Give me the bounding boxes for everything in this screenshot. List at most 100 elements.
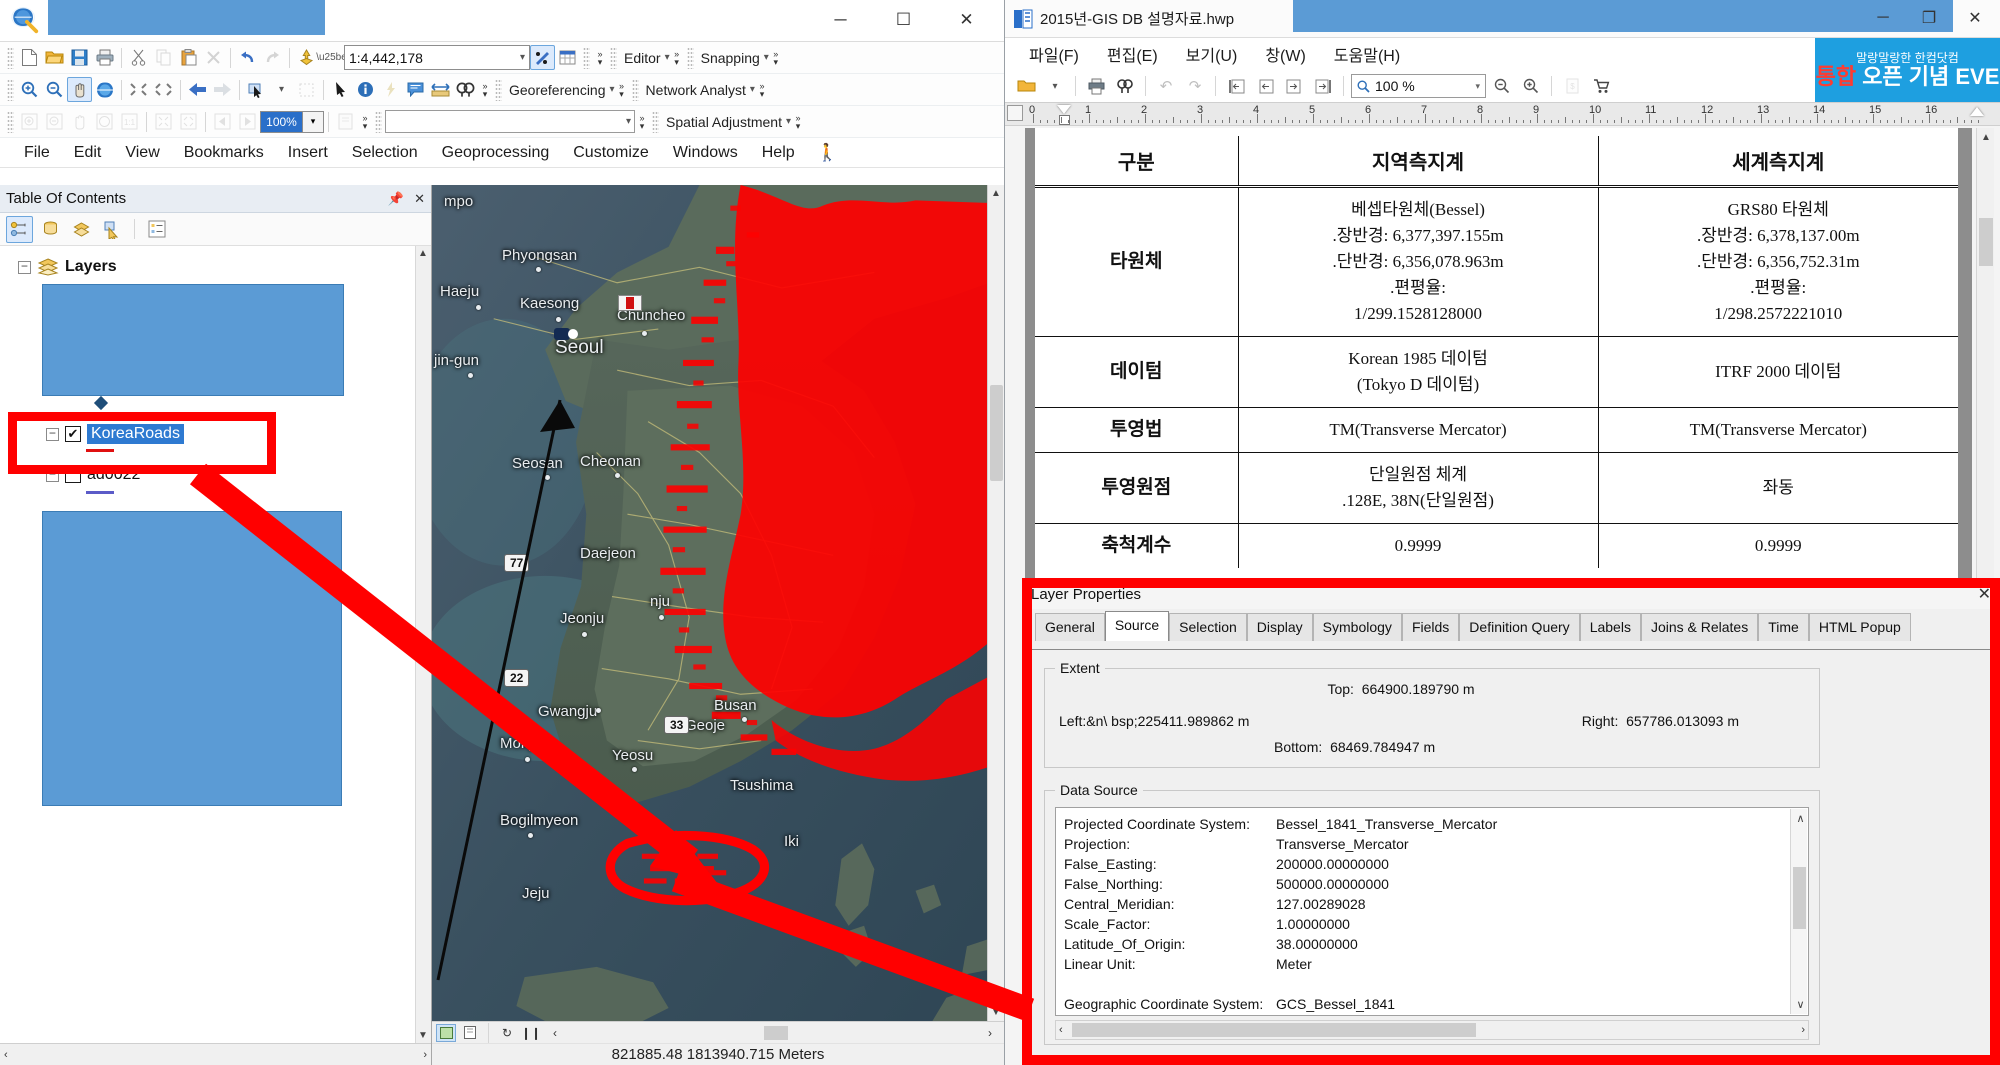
page-next-icon[interactable]	[1281, 73, 1307, 99]
toolbar-grip[interactable]	[375, 110, 382, 133]
new-document-icon[interactable]	[17, 45, 42, 70]
select-dropdown[interactable]: ▾	[269, 77, 294, 102]
layer-properties-dialog[interactable]: Layer Properties ✕ General Source Selectio…	[1022, 578, 2000, 1065]
scroll-up-arrow[interactable]: ▲	[418, 248, 428, 259]
ruler-corner-button[interactable]	[1007, 105, 1023, 121]
toolbar-overflow-button[interactable]: » ▾	[670, 45, 684, 71]
scroll-up-arrow[interactable]: ▲	[1981, 132, 1991, 143]
right-margin-marker[interactable]	[1970, 107, 1984, 116]
hwp-menu-help[interactable]: 도움말(H)	[1320, 42, 1414, 66]
hyperlink-icon[interactable]	[378, 77, 403, 102]
scroll-up-arrow[interactable]: ▲	[991, 188, 1001, 199]
scroll-right-arrow[interactable]: ›	[980, 1024, 1000, 1042]
maximize-button[interactable]: ☐	[872, 2, 935, 38]
paste-icon[interactable]	[176, 45, 201, 70]
forward-extent-icon[interactable]	[210, 77, 235, 102]
find-icon[interactable]	[453, 77, 478, 102]
toolbar-overflow-button[interactable]: » ▾	[615, 77, 629, 103]
back-extent-icon[interactable]	[185, 77, 210, 102]
zoom-percent-value[interactable]: 100%	[260, 110, 302, 133]
print-icon[interactable]	[92, 45, 117, 70]
table-icon[interactable]	[555, 45, 580, 70]
identify-icon[interactable]	[353, 77, 378, 102]
measure-icon[interactable]	[428, 77, 453, 102]
georef-back-icon[interactable]	[210, 109, 235, 134]
clear-selection-icon[interactable]	[294, 77, 319, 102]
scrollbar-thumb[interactable]	[764, 1025, 789, 1040]
tab-selection[interactable]: Selection	[1169, 613, 1247, 641]
redo-icon[interactable]	[260, 45, 285, 70]
save-icon[interactable]	[67, 45, 92, 70]
scrollbar-thumb[interactable]	[1793, 867, 1806, 929]
pan-icon[interactable]	[67, 77, 92, 102]
zoom-out-icon[interactable]	[1489, 73, 1515, 99]
options-icon[interactable]	[143, 216, 170, 243]
html-popup-icon[interactable]	[403, 77, 428, 102]
hwp-menu-edit[interactable]: 편집(E)	[1093, 42, 1172, 66]
layer-visibility-checkbox[interactable]: ✔	[65, 426, 81, 442]
tab-general[interactable]: General	[1035, 613, 1105, 641]
snapping-menu[interactable]: Snapping	[697, 50, 764, 66]
tab-time[interactable]: Time	[1758, 613, 1809, 641]
georef-pan-icon[interactable]	[67, 109, 92, 134]
toc-layer-tree[interactable]: − Layers − ✔ KoreaRoads − ad0022 ▲ ▼	[0, 246, 431, 1043]
close-button[interactable]: ✕	[1952, 0, 1998, 36]
close-button[interactable]: ✕	[935, 2, 998, 38]
open-folder-icon[interactable]	[1013, 73, 1039, 99]
scroll-down-arrow[interactable]: ∨	[1794, 998, 1807, 1011]
spatial-adjustment-menu[interactable]: Spatial Adjustment	[662, 114, 786, 130]
python-window-icon[interactable]: 🚶	[807, 143, 838, 163]
menu-file[interactable]: File	[12, 144, 62, 162]
chevron-down-icon[interactable]: ▾	[1042, 73, 1068, 99]
scrollbar-thumb[interactable]	[1979, 218, 1993, 266]
pause-drawing-icon[interactable]: ❙❙	[521, 1024, 541, 1042]
zoom-out-icon[interactable]	[42, 77, 67, 102]
menu-insert[interactable]: Insert	[276, 144, 340, 162]
toolbar-grip[interactable]	[7, 46, 14, 69]
hwp-ruler[interactable]: 0 1 2 3 4 5 6 7 8 9 10 11 12 13 14 15 16	[1005, 102, 2000, 126]
zoom-percent-dropdown[interactable]: ▾	[302, 110, 324, 133]
toc-layer-korearoads[interactable]: − ✔ KoreaRoads	[46, 424, 184, 444]
zoom-in-icon[interactable]	[1518, 73, 1544, 99]
hwp-zoom-combo[interactable]: 100 % ▾	[1351, 74, 1486, 98]
scrollbar-thumb[interactable]	[1072, 1023, 1476, 1037]
editor-toolbar-icon[interactable]	[530, 45, 555, 70]
document-icon[interactable]: $	[1559, 73, 1585, 99]
map-horizontal-scrollbar[interactable]	[569, 1025, 976, 1040]
menu-edit[interactable]: Edit	[62, 144, 114, 162]
undo-icon[interactable]: ↶	[1153, 73, 1179, 99]
tab-labels[interactable]: Labels	[1579, 613, 1641, 641]
close-icon[interactable]: ✕	[1978, 584, 1991, 604]
toolbar-overflow-button[interactable]: » ▾	[635, 109, 649, 135]
layer-visibility-checkbox[interactable]	[65, 467, 81, 483]
copy-icon[interactable]	[151, 45, 176, 70]
menu-help[interactable]: Help	[750, 144, 807, 162]
undo-icon[interactable]	[235, 45, 260, 70]
tab-fields[interactable]: Fields	[1401, 613, 1460, 641]
toolbar-grip[interactable]	[686, 46, 694, 69]
georef-zoom-in-fixed-icon[interactable]	[151, 109, 176, 134]
tab-symbology[interactable]: Symbology	[1312, 613, 1402, 641]
zoom-in-icon[interactable]	[17, 77, 42, 102]
scroll-left-arrow[interactable]: ‹	[545, 1024, 565, 1042]
find-icon[interactable]	[1112, 73, 1138, 99]
collapse-icon[interactable]: −	[18, 260, 31, 274]
map-vertical-scrollbar[interactable]: ▲ ▼	[987, 185, 1004, 1021]
hwp-menu-window[interactable]: 창(W)	[1251, 42, 1319, 66]
redo-icon[interactable]: ↷	[1182, 73, 1208, 99]
data-source-listbox[interactable]: Projected Coordinate System: Bessel_1841_…	[1055, 807, 1809, 1016]
layer-name-korearoads[interactable]: KoreaRoads	[87, 424, 184, 444]
network-analyst-menu[interactable]: Network Analyst	[642, 82, 750, 98]
toolbar-grip[interactable]	[7, 78, 14, 101]
toc-vertical-scrollbar[interactable]: ▲ ▼	[415, 246, 431, 1043]
toolbar-grip[interactable]	[652, 110, 659, 133]
pin-icon[interactable]: 📌	[388, 191, 404, 207]
scroll-right-arrow[interactable]: ›	[1801, 1024, 1805, 1036]
toc-horizontal-scrollbar[interactable]: ‹ ›	[0, 1043, 431, 1065]
menu-view[interactable]: View	[113, 144, 171, 162]
list-by-source-icon[interactable]	[37, 216, 64, 243]
georef-full-extent-icon[interactable]	[92, 109, 117, 134]
tab-joins-relates[interactable]: Joins & Relates	[1640, 613, 1759, 641]
tab-html-popup[interactable]: HTML Popup	[1808, 613, 1911, 641]
list-by-selection-icon[interactable]	[99, 216, 126, 243]
